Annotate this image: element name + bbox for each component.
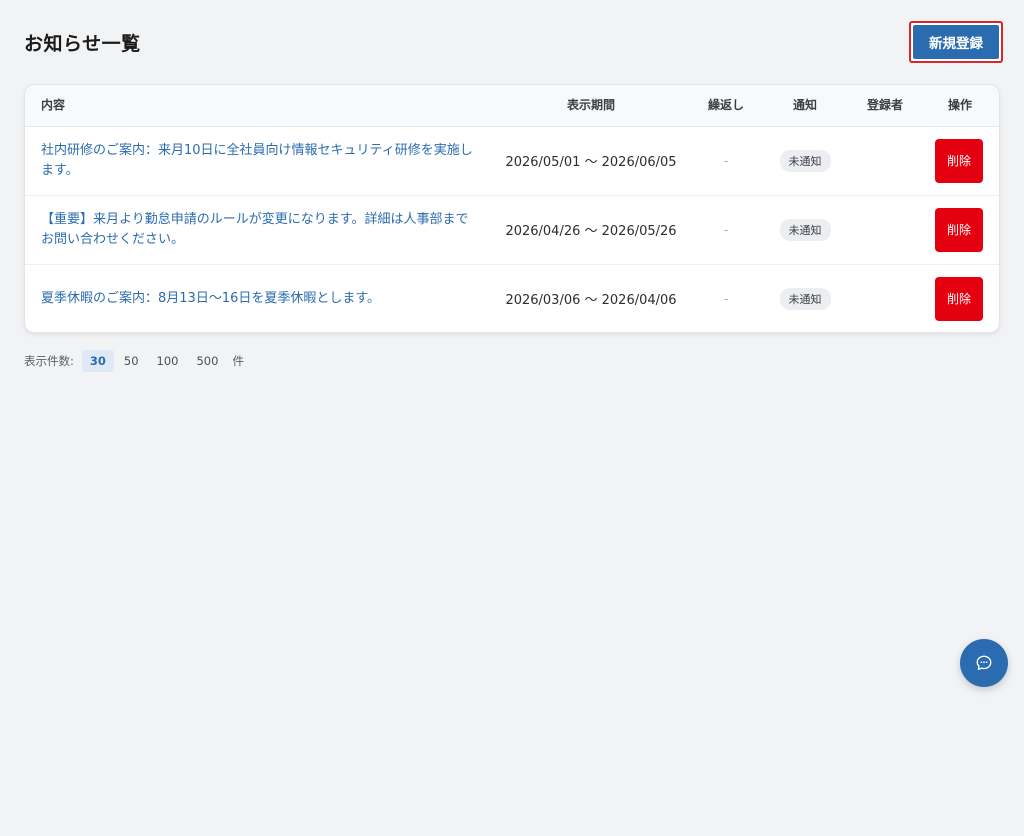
chat-bubble-icon — [976, 655, 992, 671]
new-register-button-label: 新規登録 — [913, 25, 999, 59]
notice-content-link[interactable]: 夏季休暇のご案内：8月13日〜16日を夏季休暇とします。 — [41, 289, 380, 309]
delete-button[interactable]: 削除 — [935, 207, 983, 252]
page-size-selector: 表示件数: 30 50 100 500 件 — [24, 350, 244, 372]
row-period: 2026/05/01 〜 2026/06/05 — [505, 155, 677, 170]
table-row: 夏季休暇のご案内：8月13日〜16日を夏季休暇とします。 2026/03/06 … — [25, 264, 999, 332]
row-period: 2026/04/26 〜 2026/05/26 — [505, 224, 677, 239]
page-size-option-30[interactable]: 30 — [81, 350, 114, 372]
row-ops-cell: 削除 — [935, 195, 983, 264]
column-header-registrant: 登録者 — [866, 98, 903, 112]
row-ops-cell: 削除 — [935, 264, 983, 332]
page-size-label: 表示件数: — [24, 354, 74, 368]
page-title: お知らせ一覧 — [24, 33, 141, 55]
delete-button[interactable]: 削除 — [935, 138, 983, 183]
notify-status-badge: 未通知 — [779, 149, 831, 172]
row-content-cell: 社内研修のご案内：来月10日に全社員向け情報セキュリティ研修を実施します。 — [41, 126, 481, 195]
column-header-ops: 操作 — [947, 98, 972, 112]
row-notify-cell: 未通知 — [773, 126, 837, 195]
column-header-notify: 通知 — [792, 98, 817, 112]
row-notify-cell: 未通知 — [773, 264, 837, 332]
table-row: 社内研修のご案内：来月10日に全社員向け情報セキュリティ研修を実施します。 20… — [25, 126, 999, 196]
row-notify-cell: 未通知 — [773, 195, 837, 264]
row-registrant — [853, 195, 917, 264]
notice-content-link[interactable]: 社内研修のご案内：来月10日に全社員向け情報セキュリティ研修を実施します。 — [41, 141, 481, 181]
row-repeat: - — [723, 222, 729, 237]
table-header: 内容 表示期間 繰返し 通知 登録者 操作 — [25, 85, 999, 127]
page-size-suffix: 件 — [232, 354, 244, 368]
notice-content-link[interactable]: 【重要】来月より勤怠申請のルールが変更になります。詳細は人事部までお問い合わせく… — [41, 210, 481, 250]
row-period: 2026/03/06 〜 2026/04/06 — [505, 293, 677, 308]
notify-status-badge: 未通知 — [779, 287, 831, 310]
page-size-option-50[interactable]: 50 — [116, 350, 147, 372]
column-header-repeat: 繰返し — [707, 98, 744, 112]
chat-button[interactable] — [960, 639, 1008, 687]
table-row: 【重要】来月より勤怠申請のルールが変更になります。詳細は人事部までお問い合わせく… — [25, 195, 999, 265]
row-content-cell: 夏季休暇のご案内：8月13日〜16日を夏季休暇とします。 — [41, 264, 481, 332]
row-registrant — [853, 126, 917, 195]
page-size-option-100[interactable]: 100 — [149, 350, 187, 372]
new-register-button[interactable]: 新規登録 — [909, 21, 1003, 63]
row-repeat: - — [723, 291, 729, 306]
column-header-content: 内容 — [41, 98, 66, 112]
delete-button[interactable]: 削除 — [935, 276, 983, 321]
row-repeat: - — [723, 153, 729, 168]
column-header-period: 表示期間 — [566, 98, 615, 112]
notice-list-page: お知らせ一覧 新規登録 内容 表示期間 繰返し 通知 登録者 操作 社内研修のご… — [0, 0, 1024, 836]
row-content-cell: 【重要】来月より勤怠申請のルールが変更になります。詳細は人事部までお問い合わせく… — [41, 195, 481, 264]
notify-status-badge: 未通知 — [779, 218, 831, 241]
notice-table: 内容 表示期間 繰返し 通知 登録者 操作 社内研修のご案内：来月10日に全社員… — [24, 84, 1000, 333]
row-registrant — [853, 264, 917, 332]
row-ops-cell: 削除 — [935, 126, 983, 195]
page-size-option-500[interactable]: 500 — [188, 350, 226, 372]
